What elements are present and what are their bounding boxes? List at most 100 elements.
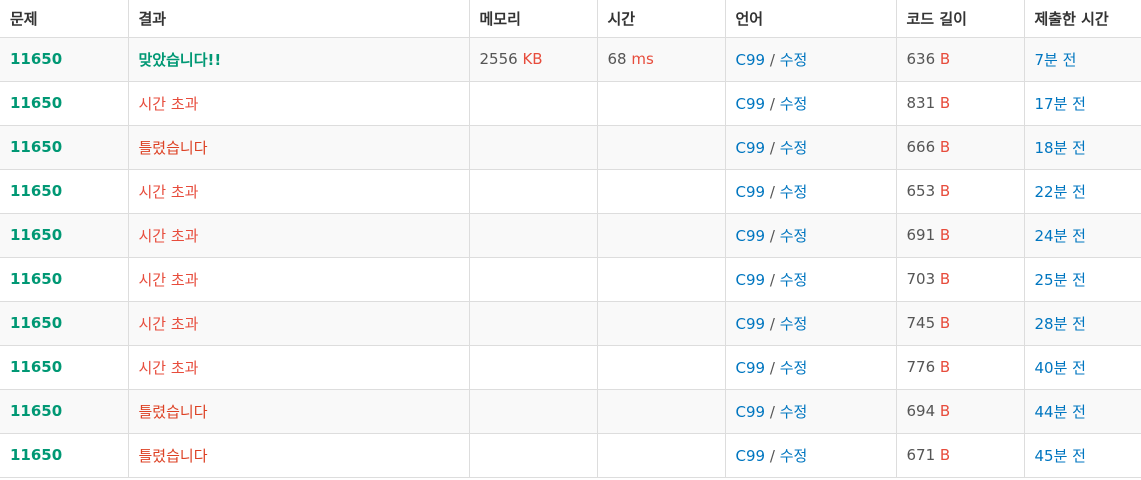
problem-cell: 11650: [0, 213, 129, 258]
language-link[interactable]: C99: [736, 51, 766, 69]
result-cell: 틀렸습니다: [128, 125, 470, 170]
memory-unit: KB: [522, 50, 543, 68]
submitted-cell: 40분 전: [1024, 345, 1141, 390]
problem-cell: 11650: [0, 81, 129, 126]
code-length-value: 636: [906, 50, 936, 68]
submitted-cell: 22분 전: [1024, 169, 1141, 214]
problem-cell: 11650: [0, 301, 129, 346]
problem-cell: 11650: [0, 37, 129, 82]
submission-row: 11650 시간 초과 C99 / 수정 653 B 22분 전: [0, 169, 1141, 214]
submission-row: 11650 시간 초과 C99 / 수정 703 B 25분 전: [0, 257, 1141, 302]
language-link[interactable]: C99: [736, 227, 766, 245]
result-cell: 시간 초과: [128, 345, 470, 390]
result-text: 틀렸습니다: [138, 138, 208, 157]
edit-link[interactable]: 수정: [780, 227, 808, 245]
code-length-value: 691: [906, 226, 936, 244]
problem-link[interactable]: 11650: [10, 50, 62, 68]
language-cell: C99 / 수정: [725, 81, 897, 126]
language-link[interactable]: C99: [736, 403, 766, 421]
problem-link[interactable]: 11650: [10, 94, 62, 112]
result-text: 시간 초과: [138, 182, 199, 201]
language-link[interactable]: C99: [736, 139, 766, 157]
problem-link[interactable]: 11650: [10, 226, 62, 244]
edit-link[interactable]: 수정: [780, 139, 808, 157]
result-text: 시간 초과: [138, 94, 199, 113]
submitted-cell: 25분 전: [1024, 257, 1141, 302]
result-cell: 맞았습니다!!: [128, 37, 470, 82]
submitted-time-link[interactable]: 22분 전: [1035, 183, 1086, 201]
code-length-cell: 694 B: [896, 389, 1025, 434]
language-link[interactable]: C99: [736, 359, 766, 377]
code-length-unit: B: [939, 138, 951, 156]
code-length-unit: B: [939, 50, 951, 68]
result-cell: 시간 초과: [128, 213, 470, 258]
submitted-cell: 24분 전: [1024, 213, 1141, 258]
memory-cell: [469, 345, 598, 390]
submission-row: 11650 시간 초과 C99 / 수정 831 B 17분 전: [0, 81, 1141, 126]
submitted-time-link[interactable]: 25분 전: [1035, 271, 1086, 289]
memory-cell: [469, 81, 598, 126]
language-separator: /: [769, 50, 775, 69]
code-length-cell: 671 B: [896, 433, 1025, 478]
submitted-time-link[interactable]: 18분 전: [1035, 139, 1086, 157]
language-link[interactable]: C99: [736, 315, 766, 333]
submitted-time-link[interactable]: 7분 전: [1035, 51, 1077, 69]
code-length-value: 703: [906, 270, 936, 288]
memory-cell: [469, 301, 598, 346]
time-value: 68: [607, 50, 627, 68]
submitted-time-link[interactable]: 44분 전: [1035, 403, 1086, 421]
result-cell: 시간 초과: [128, 301, 470, 346]
language-separator: /: [769, 94, 775, 113]
edit-link[interactable]: 수정: [780, 403, 808, 421]
result-text: 시간 초과: [138, 314, 199, 333]
result-cell: 틀렸습니다: [128, 389, 470, 434]
edit-link[interactable]: 수정: [780, 359, 808, 377]
language-link[interactable]: C99: [736, 447, 766, 465]
submitted-time-link[interactable]: 17분 전: [1035, 95, 1086, 113]
submitted-cell: 17분 전: [1024, 81, 1141, 126]
memory-cell: [469, 433, 598, 478]
submitted-time-link[interactable]: 45분 전: [1035, 447, 1086, 465]
problem-link[interactable]: 11650: [10, 314, 62, 332]
code-length-value: 694: [906, 402, 936, 420]
submission-row: 11650 틀렸습니다 C99 / 수정 666 B 18분 전: [0, 125, 1141, 170]
problem-link[interactable]: 11650: [10, 138, 62, 156]
language-link[interactable]: C99: [736, 183, 766, 201]
code-length-cell: 691 B: [896, 213, 1025, 258]
language-link[interactable]: C99: [736, 271, 766, 289]
problem-link[interactable]: 11650: [10, 446, 62, 464]
submitted-time-link[interactable]: 28분 전: [1035, 315, 1086, 333]
code-length-value: 831: [906, 94, 936, 112]
language-link[interactable]: C99: [736, 95, 766, 113]
submitted-cell: 44분 전: [1024, 389, 1141, 434]
code-length-unit: B: [939, 226, 951, 244]
table-body: 11650 맞았습니다!! 2556 KB 68 ms C99 / 수정 636 B 7분 …: [0, 37, 1141, 478]
edit-link[interactable]: 수정: [780, 51, 808, 69]
result-text: 시간 초과: [138, 226, 199, 245]
edit-link[interactable]: 수정: [780, 447, 808, 465]
problem-link[interactable]: 11650: [10, 270, 62, 288]
memory-cell: [469, 169, 598, 214]
problem-cell: 11650: [0, 389, 129, 434]
time-cell: [597, 257, 726, 302]
memory-cell: 2556 KB: [469, 37, 598, 82]
submitted-time-link[interactable]: 40분 전: [1035, 359, 1086, 377]
time-cell: [597, 81, 726, 126]
result-text: 틀렸습니다: [138, 446, 208, 465]
language-separator: /: [769, 358, 775, 377]
problem-link[interactable]: 11650: [10, 358, 62, 376]
code-length-value: 776: [906, 358, 936, 376]
result-text: 시간 초과: [138, 358, 199, 377]
result-text: 틀렸습니다: [138, 402, 208, 421]
edit-link[interactable]: 수정: [780, 315, 808, 333]
submitted-cell: 45분 전: [1024, 433, 1141, 478]
code-length-cell: 745 B: [896, 301, 1025, 346]
problem-cell: 11650: [0, 433, 129, 478]
submitted-time-link[interactable]: 24분 전: [1035, 227, 1086, 245]
problem-link[interactable]: 11650: [10, 402, 62, 420]
edit-link[interactable]: 수정: [780, 271, 808, 289]
edit-link[interactable]: 수정: [780, 183, 808, 201]
problem-link[interactable]: 11650: [10, 182, 62, 200]
edit-link[interactable]: 수정: [780, 95, 808, 113]
result-text: 맞았습니다!!: [138, 50, 222, 69]
